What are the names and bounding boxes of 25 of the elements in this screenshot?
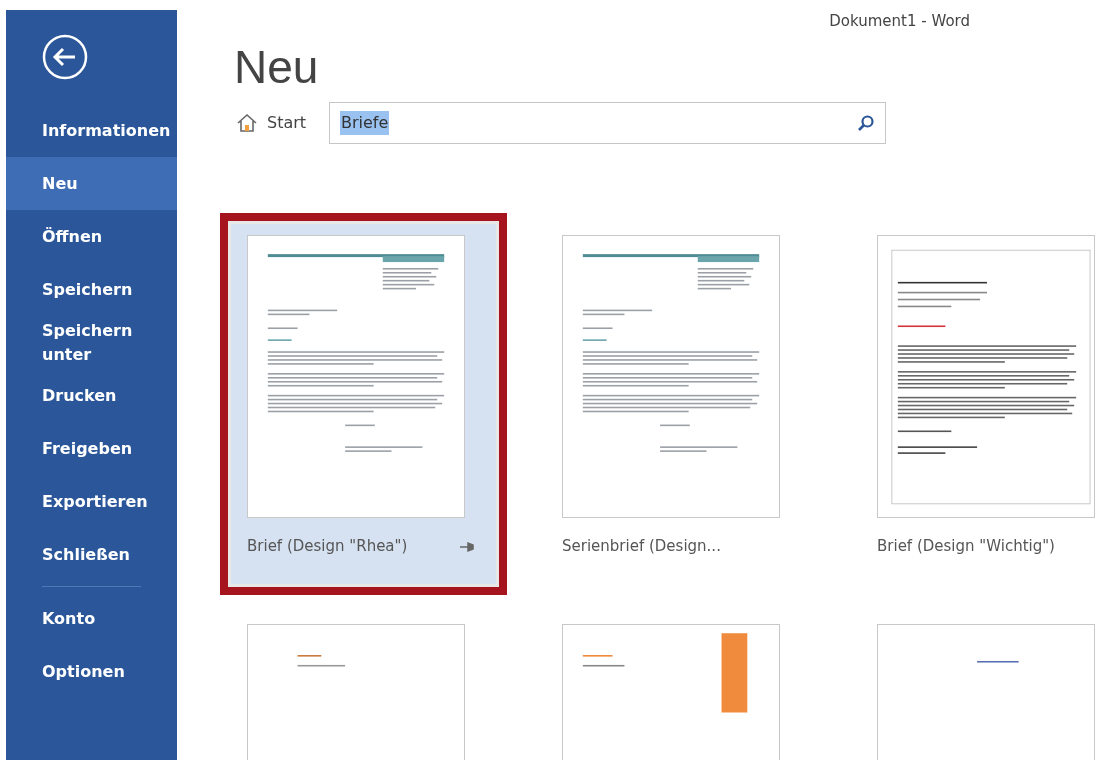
template-card[interactable]: Brief (Design "Wichtig") xyxy=(858,220,1110,587)
back-icon[interactable] xyxy=(42,34,88,80)
sidebar-item[interactable]: Neu xyxy=(6,157,177,210)
template-name: Brief (Design "Wichtig") xyxy=(877,536,1055,558)
sidebar-item[interactable]: Speichern unter xyxy=(6,316,177,369)
sidebar-item[interactable]: Konto xyxy=(6,592,177,645)
search-icon[interactable] xyxy=(857,113,875,132)
template-name: Serienbrief (Design... xyxy=(562,536,721,558)
sidebar-item[interactable]: Schließen xyxy=(6,528,177,581)
sidebar-item[interactable]: Drucken xyxy=(6,369,177,422)
start-link[interactable]: Start xyxy=(267,110,307,135)
sidebar-item[interactable]: Informationen xyxy=(6,104,177,157)
search-field[interactable]: Briefe xyxy=(329,101,886,144)
sidebar-item[interactable]: Öffnen xyxy=(6,210,177,263)
sidebar-item[interactable]: Exportieren xyxy=(6,475,177,528)
home-icon[interactable] xyxy=(236,112,258,133)
template-card[interactable]: Brief (Design "Rhea") xyxy=(228,220,499,587)
page-title: Neu xyxy=(234,39,319,95)
sidebar-item[interactable]: Freigeben xyxy=(6,422,177,475)
sidebar-item[interactable]: Speichern xyxy=(6,263,177,316)
sidebar-item[interactable]: Optionen xyxy=(6,645,177,698)
template-name: Brief (Design "Rhea") xyxy=(247,536,408,558)
pin-icon[interactable] xyxy=(459,540,475,553)
template-card[interactable]: Serienbrief (Design... xyxy=(543,220,814,587)
window-title: Dokument1 - Word xyxy=(829,11,970,32)
